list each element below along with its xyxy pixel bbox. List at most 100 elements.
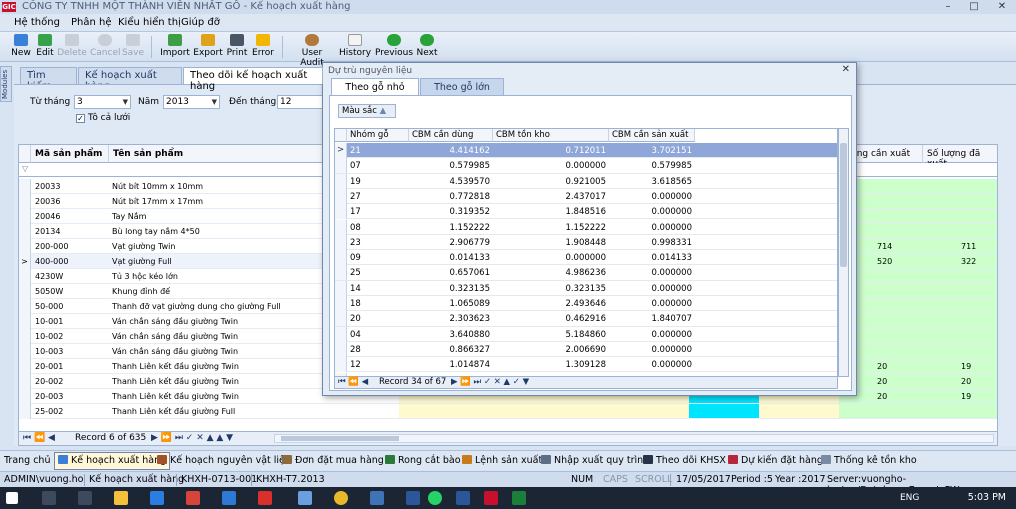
row-selector[interactable] xyxy=(19,374,31,389)
export-button[interactable]: Export xyxy=(193,34,223,58)
previous-button[interactable]: Previous xyxy=(375,34,413,58)
col-cbm-stock[interactable]: CBM tồn kho xyxy=(493,129,609,142)
vertical-scrollbar[interactable] xyxy=(838,128,849,377)
menu-module[interactable]: Phân hệ xyxy=(71,17,112,28)
row-selector[interactable] xyxy=(335,204,347,220)
row-selector[interactable] xyxy=(335,173,347,189)
table-row[interactable]: 12 1.014874 1.309128 0.000000 xyxy=(335,357,837,373)
excel-icon[interactable] xyxy=(512,491,526,505)
nav-next-last-buttons[interactable]: ▶ ⏩ ⏭ ✓ ✕ ▲ ▲ ▼ xyxy=(151,433,233,443)
row-selector[interactable] xyxy=(335,188,347,204)
table-row[interactable]: 17 0.319352 1.848516 0.000000 xyxy=(335,204,837,220)
table-row[interactable]: >21 4.414162 0.712011 3.702151 xyxy=(335,143,837,159)
row-selector[interactable] xyxy=(19,359,31,374)
col-qty-exported[interactable]: Số lượng đã xuất xyxy=(923,145,997,169)
row-selector[interactable] xyxy=(19,239,31,254)
tab-purchase-order[interactable]: Đơn đặt mua hàng xyxy=(282,455,384,466)
row-selector[interactable] xyxy=(19,314,31,329)
word-icon[interactable] xyxy=(456,491,470,505)
delete-button[interactable]: Delete xyxy=(57,34,87,58)
minimize-button[interactable]: – xyxy=(935,0,961,14)
new-button[interactable]: New xyxy=(10,34,32,58)
tab-cutting[interactable]: Rong cắt bào xyxy=(385,455,461,466)
tab-inventory-stats[interactable]: Thống kê tồn kho xyxy=(821,455,917,466)
row-selector[interactable] xyxy=(335,234,347,250)
row-selector[interactable] xyxy=(335,265,347,281)
clock[interactable]: 5:03 PM xyxy=(968,492,1006,503)
table-row[interactable]: 28 0.866327 2.006690 0.000000 xyxy=(335,341,837,358)
print-button[interactable]: Print xyxy=(226,34,248,58)
from-month-select[interactable]: 3 ▼ xyxy=(74,95,131,109)
row-selector[interactable] xyxy=(335,250,347,266)
year-select[interactable]: 2013 ▼ xyxy=(163,95,220,109)
tab-search[interactable]: Tìm kiếm xyxy=(20,67,77,92)
store-icon[interactable] xyxy=(150,491,164,505)
row-selector[interactable] xyxy=(19,299,31,314)
row-selector[interactable] xyxy=(19,209,31,224)
app-icon[interactable] xyxy=(370,491,384,505)
save-button[interactable]: Save xyxy=(121,34,145,58)
menu-help[interactable]: Giúp đỡ xyxy=(181,17,220,28)
import-button[interactable]: Import xyxy=(160,34,190,58)
language-indicator[interactable]: ENG xyxy=(900,493,919,503)
row-selector[interactable] xyxy=(335,158,347,174)
row-selector[interactable] xyxy=(19,179,31,194)
row-selector[interactable] xyxy=(19,224,31,239)
col-product-code[interactable]: Mã sản phẩm xyxy=(31,145,109,163)
nav-first-prev-buttons[interactable]: ⏮ ⏪ ◀ xyxy=(23,433,55,443)
row-selector[interactable] xyxy=(19,344,31,359)
tab-export-plan-tracking[interactable]: Theo dõi kế hoạch xuất hàng xyxy=(183,67,323,92)
tab-export-plan[interactable]: Kế hoạch xuất hàng xyxy=(78,67,182,92)
app-icon[interactable] xyxy=(186,491,200,505)
table-row[interactable]: 08 1.152222 1.152222 0.000000 xyxy=(335,219,837,235)
row-selector[interactable] xyxy=(335,296,347,311)
tab-material-plan[interactable]: Kế hoạch nguyên vật liệu xyxy=(157,455,291,466)
tab-export-plan-module[interactable]: Kế hoạch xuất hàng xyxy=(54,452,171,470)
tab-order-forecast[interactable]: Dự kiến đặt hàng xyxy=(728,455,823,466)
row-selector[interactable] xyxy=(335,311,347,327)
to-month-select[interactable]: 12 xyxy=(277,95,323,109)
chrome-icon[interactable] xyxy=(334,491,348,505)
col-cbm-production[interactable]: CBM cần sản xuất xyxy=(609,129,695,142)
nav-first-prev-buttons[interactable]: ⏮ ⏪ ◀ xyxy=(338,377,368,387)
menu-view[interactable]: Kiểu hiển thị xyxy=(118,17,181,28)
table-row[interactable]: 14 0.323135 0.323135 0.000000 xyxy=(335,280,837,296)
menu-system[interactable]: Hệ thống xyxy=(14,17,60,28)
row-selector[interactable] xyxy=(19,329,31,344)
row-selector[interactable] xyxy=(19,389,31,404)
error-button[interactable]: Error xyxy=(251,34,275,58)
pdf-icon[interactable] xyxy=(258,491,272,505)
row-selector[interactable]: > xyxy=(335,143,347,158)
table-row[interactable]: 18 1.065089 2.493646 0.000000 xyxy=(335,296,837,312)
row-selector[interactable] xyxy=(19,269,31,284)
row-selector[interactable] xyxy=(19,194,31,209)
col-cbm-needed[interactable]: CBM cần dùng xyxy=(409,129,493,142)
close-button[interactable]: ✕ xyxy=(989,0,1015,14)
table-row[interactable]: 04 3.640880 5.184860 0.000000 xyxy=(335,326,837,342)
close-icon[interactable]: ✕ xyxy=(842,64,850,75)
nav-next-last-buttons[interactable]: ▶ ⏩ ⏭ ✓ ✕ ▲ ✓ ▼ xyxy=(451,377,529,387)
file-explorer-icon[interactable] xyxy=(114,491,128,505)
row-selector[interactable] xyxy=(335,341,347,357)
tab-process-io[interactable]: Nhập xuất quy trình xyxy=(541,455,649,466)
table-row[interactable]: 25 0.657061 4.986236 0.000000 xyxy=(335,265,837,281)
task-view-icon[interactable] xyxy=(78,491,92,505)
row-selector[interactable] xyxy=(335,280,347,296)
next-button[interactable]: Next xyxy=(415,34,439,58)
horizontal-scrollbar[interactable] xyxy=(274,434,994,443)
row-selector[interactable] xyxy=(19,284,31,299)
history-button[interactable]: History xyxy=(339,34,371,58)
tab-home[interactable]: Trang chủ xyxy=(4,455,50,466)
tab-large-wood[interactable]: Theo gỗ lớn xyxy=(420,78,504,95)
row-selector[interactable]: > xyxy=(19,254,31,269)
table-row[interactable]: 19 4.539570 0.921005 3.618565 xyxy=(335,173,837,189)
modules-side-tab[interactable]: Modules xyxy=(0,66,12,102)
app-icon[interactable] xyxy=(298,491,312,505)
group-by-color-button[interactable]: Màu sắc ▲ xyxy=(338,104,396,118)
row-selector[interactable] xyxy=(19,404,31,419)
edit-button[interactable]: Edit xyxy=(35,34,55,58)
table-row[interactable]: 09 0.014133 0.000000 0.014133 xyxy=(335,250,837,266)
search-icon[interactable] xyxy=(42,491,56,505)
maximize-button[interactable]: □ xyxy=(961,0,987,14)
row-selector[interactable] xyxy=(335,326,347,342)
